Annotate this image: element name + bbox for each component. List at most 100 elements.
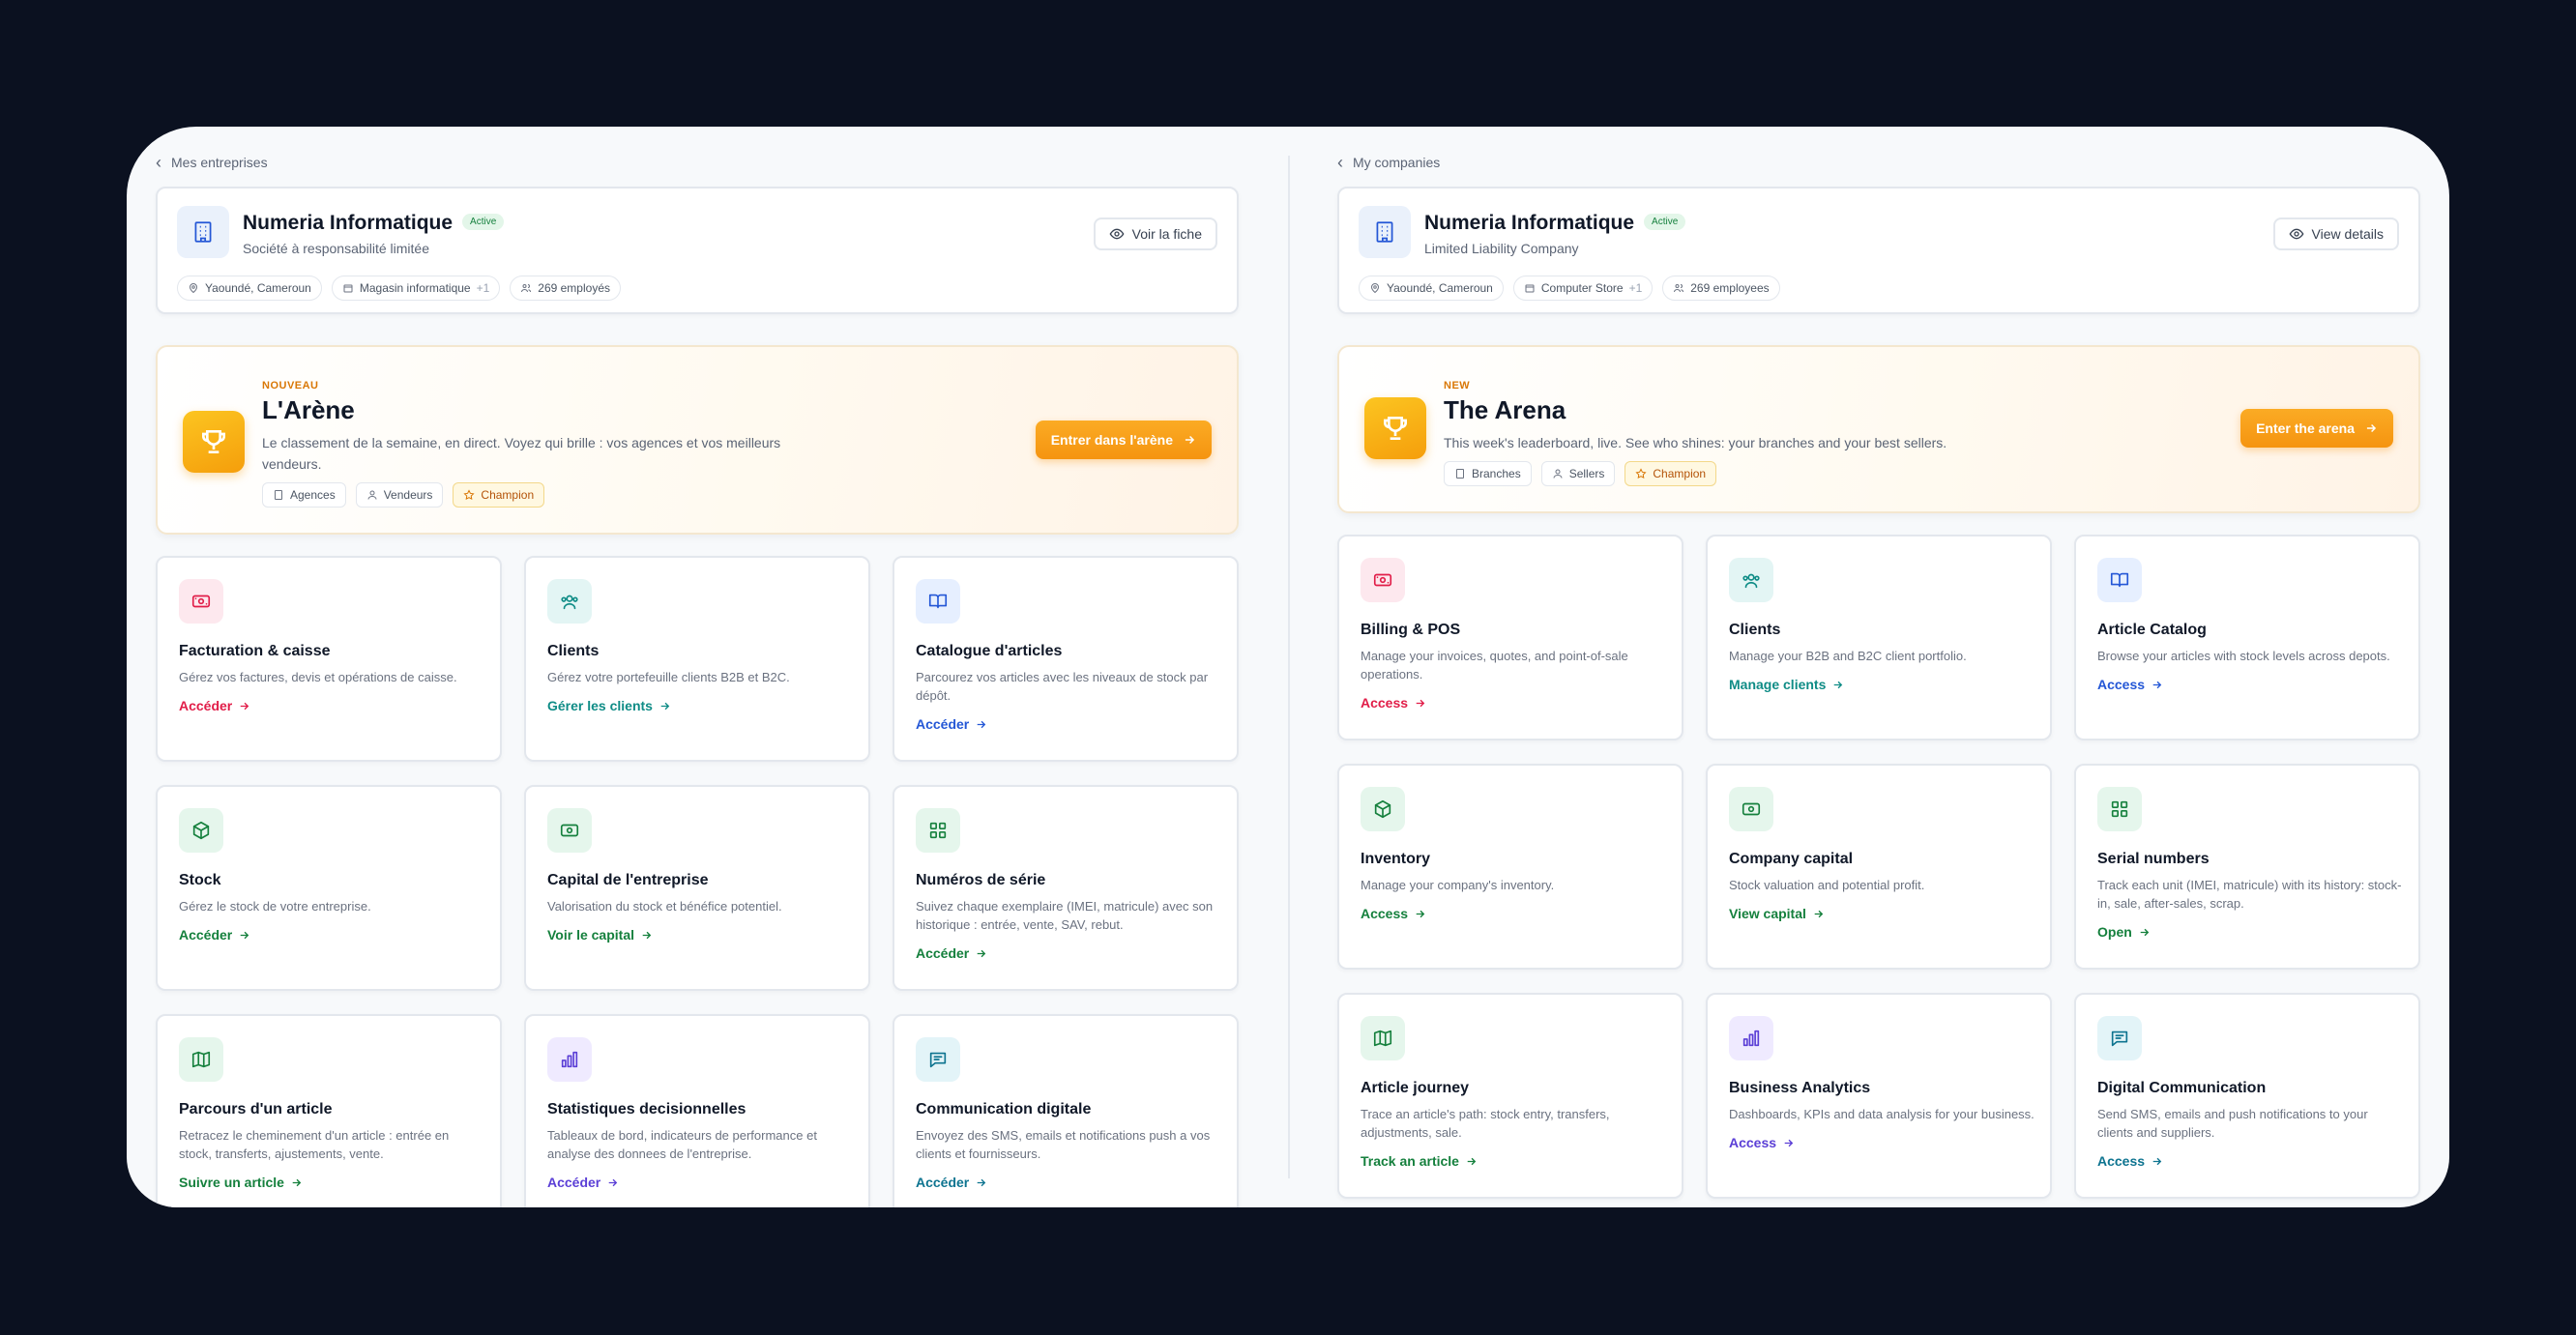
arena-title: The Arena [1444, 395, 1566, 424]
module-link[interactable]: Access [1361, 695, 1426, 711]
module-card[interactable]: Article journey Trace an article's path: … [1337, 993, 1683, 1199]
users-icon [521, 284, 532, 293]
module-link[interactable]: Suivre un article [179, 1175, 303, 1190]
module-card[interactable]: Clients Manage your B2B and B2C client po… [1706, 535, 2052, 740]
location-chip: Yaoundé, Cameroun [1359, 276, 1504, 301]
module-title: Catalogue d'articles [916, 643, 1063, 659]
view-details-label: View details [2311, 226, 2384, 242]
status-badge: Active [462, 213, 505, 230]
module-description: Manage your company's inventory. [1361, 878, 1555, 892]
module-card[interactable]: Article Catalog Browse your articles with… [2074, 535, 2420, 740]
module-link[interactable]: View capital [1729, 906, 1825, 921]
arrow-right-icon [1416, 910, 1425, 917]
module-link[interactable]: Voir le capital [547, 927, 653, 943]
module-link[interactable]: Access [1729, 1135, 1795, 1150]
cash-register-icon [1361, 558, 1405, 602]
module-title: Stock [179, 872, 221, 888]
company-card: Numeria Informatique Active Limited Liabi… [1337, 187, 2420, 314]
panel-french: ‹ Mes entreprises Numeria Informatique Ac… [156, 127, 1239, 1207]
arena-description: This week's leaderboard, live. See who s… [1444, 435, 1947, 450]
module-link[interactable]: Manage clients [1729, 677, 1844, 692]
tag-branches: Agences [262, 482, 346, 508]
module-card[interactable]: Statistiques decisionnelles Tableaux de b… [524, 1014, 870, 1207]
star-icon [463, 489, 475, 501]
arrow-right-icon [292, 1178, 302, 1186]
grid-icon [916, 808, 960, 853]
arena-banner: NOUVEAU L'Arène Le classement de la sema… [156, 345, 1239, 535]
module-description: Browse your articles with stock levels a… [2097, 649, 2390, 663]
module-link[interactable]: Accéder [547, 1175, 619, 1190]
module-link[interactable]: Accéder [916, 1175, 987, 1190]
arrow-right-icon [660, 702, 670, 710]
enter-arena-button[interactable]: Entrer dans l'arène [1035, 421, 1212, 459]
trophy-icon [1364, 397, 1426, 459]
arrow-right-icon [2152, 1157, 2162, 1165]
module-card[interactable]: Billing & POS Manage your invoices, quote… [1337, 535, 1683, 740]
module-description: Trace an article's path: stock entry, tr… [1361, 1107, 1610, 1140]
users-icon [1674, 284, 1684, 293]
module-link[interactable]: Access [1361, 906, 1426, 921]
module-card[interactable]: Capital de l'entreprise Valorisation du s… [524, 785, 870, 991]
module-title: Clients [1729, 622, 1781, 638]
arrow-right-icon [240, 931, 249, 939]
module-link[interactable]: Access [2097, 677, 2163, 692]
module-card[interactable]: Clients Gérez votre portefeuille clients … [524, 556, 870, 762]
bar-chart-icon [547, 1037, 592, 1082]
module-title: Company capital [1729, 851, 1854, 867]
employees-chip: 269 employees [1662, 276, 1780, 301]
module-link[interactable]: Accéder [916, 945, 987, 961]
module-card[interactable]: Stock Gérez le stock de votre entreprise.… [156, 785, 502, 991]
module-card[interactable]: Numéros de série Suivez chaque exemplaire… [893, 785, 1239, 991]
breadcrumb[interactable]: ‹ My companies [1337, 154, 1440, 171]
module-link[interactable]: Gérer les clients [547, 698, 671, 713]
users-icon [1729, 558, 1773, 602]
module-card[interactable]: Company capital Stock valuation and poten… [1706, 764, 2052, 970]
trophy-icon [183, 411, 245, 473]
module-card[interactable]: Catalogue d'articles Parcourez vos articl… [893, 556, 1239, 762]
box-icon [179, 808, 223, 853]
map-pin-icon [189, 283, 198, 294]
module-link[interactable]: Open [2097, 924, 2151, 940]
module-description: Dashboards, KPIs and data analysis for y… [1729, 1107, 2034, 1121]
building-icon [1359, 206, 1411, 258]
module-card[interactable]: Parcours d'un article Retracez le chemine… [156, 1014, 502, 1207]
module-title: Facturation & caisse [179, 643, 331, 659]
module-title: Parcours d'un article [179, 1101, 333, 1117]
module-description: Gérez votre portefeuille clients B2B et … [547, 670, 790, 684]
box-icon [1361, 787, 1405, 831]
tag-branches: Branches [1444, 461, 1532, 486]
view-details-button[interactable]: Voir la fiche [1093, 218, 1217, 250]
module-description: Gérez le stock de votre entreprise. [179, 899, 371, 914]
message-icon [916, 1037, 960, 1082]
module-card[interactable]: Communication digitale Envoyez des SMS, e… [893, 1014, 1239, 1207]
eye-icon [2289, 228, 2303, 240]
user-icon [367, 490, 377, 500]
view-details-button[interactable]: View details [2272, 218, 2399, 250]
module-link[interactable]: Access [2097, 1153, 2163, 1169]
company-type: Limited Liability Company [1424, 241, 1579, 256]
tag-sellers: Sellers [1540, 461, 1616, 486]
enter-arena-button[interactable]: Enter the arena [2240, 409, 2393, 448]
module-link[interactable]: Accéder [179, 927, 250, 943]
tag-champion: Champion [1625, 461, 1717, 486]
module-description: Tableaux de bord, indicateurs de perform… [547, 1128, 817, 1161]
arrow-right-icon [977, 720, 986, 728]
store-icon [343, 284, 353, 293]
module-link[interactable]: Accéder [916, 716, 987, 732]
module-card[interactable]: Inventory Manage your company's inventory… [1337, 764, 1683, 970]
arrow-right-icon [1467, 1157, 1477, 1165]
company-name: Numeria Informatique Active [1424, 212, 1686, 235]
building-icon [275, 490, 282, 500]
module-description: Retracez le cheminement d'un article : e… [179, 1128, 450, 1161]
module-card[interactable]: Digital Communication Send SMS, emails an… [2074, 993, 2420, 1199]
module-card[interactable]: Business Analytics Dashboards, KPIs and d… [1706, 993, 2052, 1199]
module-link[interactable]: Track an article [1361, 1153, 1478, 1169]
arrow-right-icon [977, 949, 986, 957]
module-card[interactable]: Facturation & caisse Gérez vos factures, … [156, 556, 502, 762]
module-card[interactable]: Serial numbers Track each unit (IMEI, mat… [2074, 764, 2420, 970]
star-icon [1635, 468, 1647, 479]
store-icon [1525, 284, 1535, 293]
module-grid: Facturation & caisse Gérez vos factures, … [156, 556, 1239, 1207]
breadcrumb[interactable]: ‹ Mes entreprises [156, 154, 268, 171]
module-link[interactable]: Accéder [179, 698, 250, 713]
